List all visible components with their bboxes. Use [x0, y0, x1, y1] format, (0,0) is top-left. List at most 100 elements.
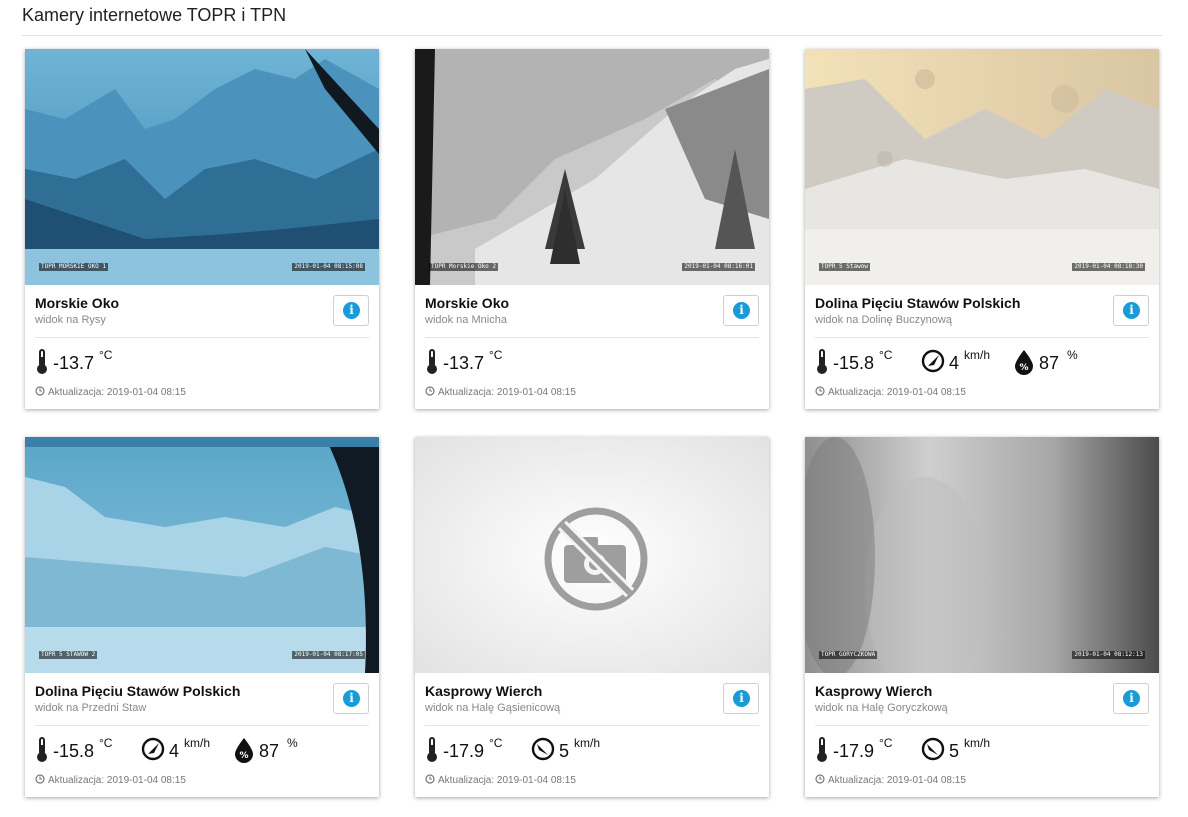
update-timestamp: 2019-01-04 08:15 [106, 775, 186, 786]
location-name: Kasprowy Wierch [815, 683, 933, 699]
camera-overlay-label: TOPR 5 STAWOW 2 [39, 651, 98, 659]
temperature-value: -15.8 [53, 741, 95, 761]
card-divider [815, 337, 1149, 338]
temperature-unit: °C [879, 348, 893, 362]
humidity-unit: % [287, 736, 298, 750]
update-timestamp: 2019-01-04 08:15 [106, 387, 186, 398]
wind-unit: km/h [574, 736, 601, 750]
temperature-unit: °C [99, 736, 113, 750]
view-description: widok na Halę Goryczkową [815, 702, 948, 714]
svg-text:%: % [239, 751, 248, 761]
thermometer-icon [37, 349, 47, 374]
info-icon: i [1123, 302, 1140, 319]
temperature-value: -17.9 [833, 741, 875, 761]
camera-card: Kasprowy Wierch widok na Halę Gąsienicow… [415, 437, 769, 797]
temperature-value: -13.7 [443, 353, 485, 373]
card-divider [815, 725, 1149, 726]
title-divider [22, 35, 1162, 36]
camera-card: TOPR 5 STAWOW 2 2019-01-04 08:17:05 Doli… [25, 437, 379, 797]
update-time: Aktualizacja: 2019-01-04 08:15 [815, 386, 966, 398]
card-divider [35, 725, 369, 726]
camera-overlay-time: 2019-01-04 08:18:30 [1072, 263, 1145, 271]
wind-unit: km/h [964, 348, 991, 362]
card-divider [425, 725, 759, 726]
camera-card: TOPR Morskie Oko 2 2019-01-04 08:16:01 M… [415, 49, 769, 409]
humidity-icon: % [235, 738, 253, 763]
humidity-value: 87 [1039, 353, 1060, 373]
humidity-unit: % [1067, 348, 1078, 362]
update-label: Aktualizacja: [48, 775, 105, 786]
humidity-value: 87 [259, 741, 280, 761]
clock-icon [815, 386, 825, 396]
view-description: widok na Halę Gąsienicową [425, 702, 561, 714]
camera-card: TOPR 5 Stawow 2019-01-04 08:18:30 Dolina… [805, 49, 1159, 409]
update-label: Aktualizacja: [438, 387, 495, 398]
wind-unit: km/h [184, 736, 211, 750]
clock-icon [425, 774, 435, 784]
wind-value: 4 [169, 741, 180, 761]
update-timestamp: 2019-01-04 08:15 [496, 775, 576, 786]
svg-text:%: % [1019, 363, 1028, 373]
thermometer-icon [427, 737, 437, 762]
camera-overlay-time: 2019-01-04 08:15:08 [292, 263, 365, 271]
camera-overlay-time: 2019-01-04 08:16:01 [682, 263, 755, 271]
info-button[interactable]: i [1113, 295, 1149, 326]
location-name: Dolina Pięciu Stawów Polskich [35, 683, 241, 699]
info-button[interactable]: i [723, 295, 759, 326]
clock-icon [815, 774, 825, 784]
thermometer-icon [817, 737, 827, 762]
info-button[interactable]: i [333, 295, 369, 326]
temperature-unit: °C [879, 736, 893, 750]
info-button[interactable]: i [723, 683, 759, 714]
temperature-value: -15.8 [833, 353, 875, 373]
camera-image[interactable]: TOPR 5 Stawow 2019-01-04 08:18:30 [805, 49, 1159, 285]
info-icon: i [343, 302, 360, 319]
update-time: Aktualizacja: 2019-01-04 08:15 [425, 774, 576, 786]
wind-value: 5 [949, 741, 960, 761]
camera-image[interactable]: TOPR 5 STAWOW 2 2019-01-04 08:17:05 [25, 437, 379, 673]
card-divider [35, 337, 369, 338]
camera-image[interactable]: TOPR Morskie Oko 2 2019-01-04 08:16:01 [415, 49, 769, 285]
info-button[interactable]: i [1113, 683, 1149, 714]
location-name: Kasprowy Wierch [425, 683, 543, 699]
camera-overlay-label: TOPR 5 Stawow [819, 263, 870, 271]
update-label: Aktualizacja: [828, 387, 885, 398]
update-timestamp: 2019-01-04 08:15 [886, 775, 966, 786]
camera-card: TOPR GORYCZKOWA 2019-01-04 08:12:13 Kasp… [805, 437, 1159, 797]
info-icon: i [733, 690, 750, 707]
thermometer-icon [37, 737, 47, 762]
camera-overlay-time: 2019-01-04 08:17:05 [292, 651, 365, 659]
wind-compass-icon [921, 737, 945, 761]
wind-value: 5 [559, 741, 570, 761]
info-icon: i [343, 690, 360, 707]
update-label: Aktualizacja: [48, 387, 105, 398]
info-icon: i [733, 302, 750, 319]
clock-icon [35, 386, 45, 396]
camera-image[interactable]: TOPR GORYCZKOWA 2019-01-04 08:12:13 [805, 437, 1159, 673]
view-description: widok na Mnicha [425, 314, 507, 326]
update-time: Aktualizacja: 2019-01-04 08:15 [425, 386, 576, 398]
view-description: widok na Przedni Staw [35, 702, 147, 714]
update-label: Aktualizacja: [828, 775, 885, 786]
update-label: Aktualizacja: [438, 775, 495, 786]
camera-card: TOPR MORSKIE OKO 1 2019-01-04 08:15:08 M… [25, 49, 379, 409]
info-icon: i [1123, 690, 1140, 707]
wind-compass-icon [921, 349, 945, 373]
location-name: Morskie Oko [35, 295, 120, 311]
temperature-unit: °C [489, 736, 503, 750]
info-button[interactable]: i [333, 683, 369, 714]
view-description: widok na Rysy [35, 314, 106, 326]
view-description: widok na Dolinę Buczynową [815, 314, 952, 326]
wind-value: 4 [949, 353, 960, 373]
camera-unavailable-image [415, 437, 769, 673]
clock-icon [35, 774, 45, 784]
camera-image[interactable]: TOPR MORSKIE OKO 1 2019-01-04 08:15:08 [25, 49, 379, 285]
camera-overlay-label: TOPR Morskie Oko 2 [429, 263, 499, 271]
temperature-value: -13.7 [53, 353, 95, 373]
thermometer-icon [817, 349, 827, 374]
location-name: Dolina Pięciu Stawów Polskich [815, 295, 1021, 311]
update-time: Aktualizacja: 2019-01-04 08:15 [815, 774, 966, 786]
wind-compass-icon [531, 737, 555, 761]
location-name: Morskie Oko [425, 295, 510, 311]
camera-overlay-time: 2019-01-04 08:12:13 [1072, 651, 1145, 659]
